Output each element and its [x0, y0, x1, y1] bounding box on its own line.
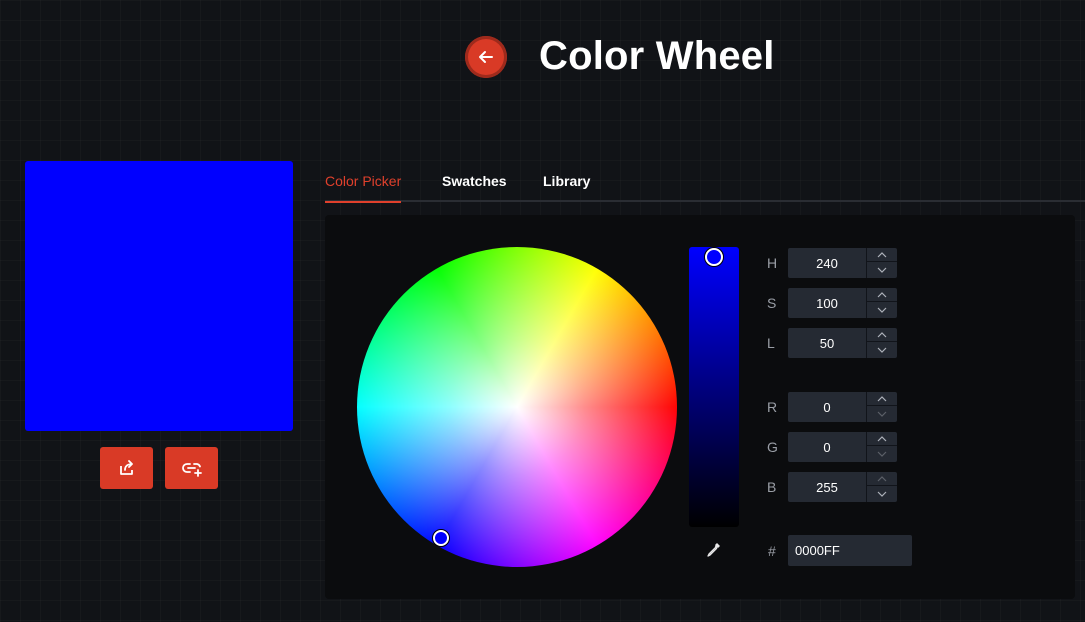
- back-button[interactable]: [465, 36, 507, 78]
- h-label: H: [767, 255, 778, 271]
- chevron-down-icon: [877, 491, 887, 497]
- h-stepper: [866, 248, 897, 278]
- b-input[interactable]: [788, 472, 866, 502]
- share-icon: [119, 460, 133, 475]
- tab-color-picker[interactable]: Color Picker: [325, 173, 402, 203]
- arrow-left-icon: [479, 51, 493, 63]
- color-wheel-handle[interactable]: [433, 530, 449, 546]
- page-title: Color Wheel: [539, 34, 775, 78]
- chevron-up-icon: [877, 395, 887, 401]
- chevron-up-icon: [877, 331, 887, 337]
- lightness-slider[interactable]: [689, 247, 739, 527]
- l-decrement-button[interactable]: [867, 343, 897, 357]
- g-stepper: [866, 432, 897, 462]
- r-stepper: [866, 392, 897, 422]
- l-input[interactable]: [788, 328, 866, 358]
- b-decrement-button[interactable]: [867, 487, 897, 501]
- header: Color Wheel: [0, 30, 1085, 86]
- s-input[interactable]: [788, 288, 866, 318]
- chevron-up-icon: [877, 475, 887, 481]
- hex-label: #: [768, 543, 776, 559]
- l-increment-button[interactable]: [867, 328, 897, 342]
- color-wheel[interactable]: [357, 247, 677, 567]
- chevron-down-icon: [877, 411, 887, 417]
- chevron-up-icon: [877, 291, 887, 297]
- g-label: G: [767, 439, 778, 455]
- s-stepper: [866, 288, 897, 318]
- s-increment-button[interactable]: [867, 288, 897, 302]
- tab-library[interactable]: Library: [543, 173, 590, 201]
- h-input[interactable]: [788, 248, 866, 278]
- chevron-down-icon: [877, 347, 887, 353]
- color-wheel-saturation: [357, 247, 677, 567]
- chevron-down-icon: [877, 451, 887, 457]
- s-label: S: [767, 295, 777, 311]
- l-stepper: [866, 328, 897, 358]
- b-label: B: [767, 479, 777, 495]
- r-increment-button[interactable]: [867, 392, 897, 406]
- chevron-up-icon: [877, 435, 887, 441]
- tab-bar: Color Picker Swatches Library: [325, 160, 1085, 203]
- r-decrement-button[interactable]: [867, 407, 897, 421]
- g-input[interactable]: [788, 432, 866, 462]
- h-increment-button[interactable]: [867, 248, 897, 262]
- chevron-down-icon: [877, 307, 887, 313]
- eyedropper-icon[interactable]: [705, 541, 722, 558]
- s-decrement-button[interactable]: [867, 303, 897, 317]
- b-stepper: [866, 472, 897, 502]
- g-increment-button[interactable]: [867, 432, 897, 446]
- g-decrement-button[interactable]: [867, 447, 897, 461]
- b-increment-button[interactable]: [867, 472, 897, 486]
- hex-input[interactable]: [788, 535, 912, 566]
- lightness-slider-handle[interactable]: [705, 248, 723, 266]
- color-preview: [25, 161, 293, 431]
- share-button[interactable]: [100, 447, 153, 489]
- r-label: R: [767, 399, 778, 415]
- chevron-down-icon: [877, 267, 887, 273]
- copy-link-button[interactable]: [165, 447, 218, 489]
- r-input[interactable]: [788, 392, 866, 422]
- l-label: L: [767, 335, 775, 351]
- chevron-up-icon: [877, 251, 887, 257]
- link-add-icon: [181, 463, 202, 477]
- tab-swatches[interactable]: Swatches: [442, 173, 507, 201]
- h-decrement-button[interactable]: [867, 263, 897, 277]
